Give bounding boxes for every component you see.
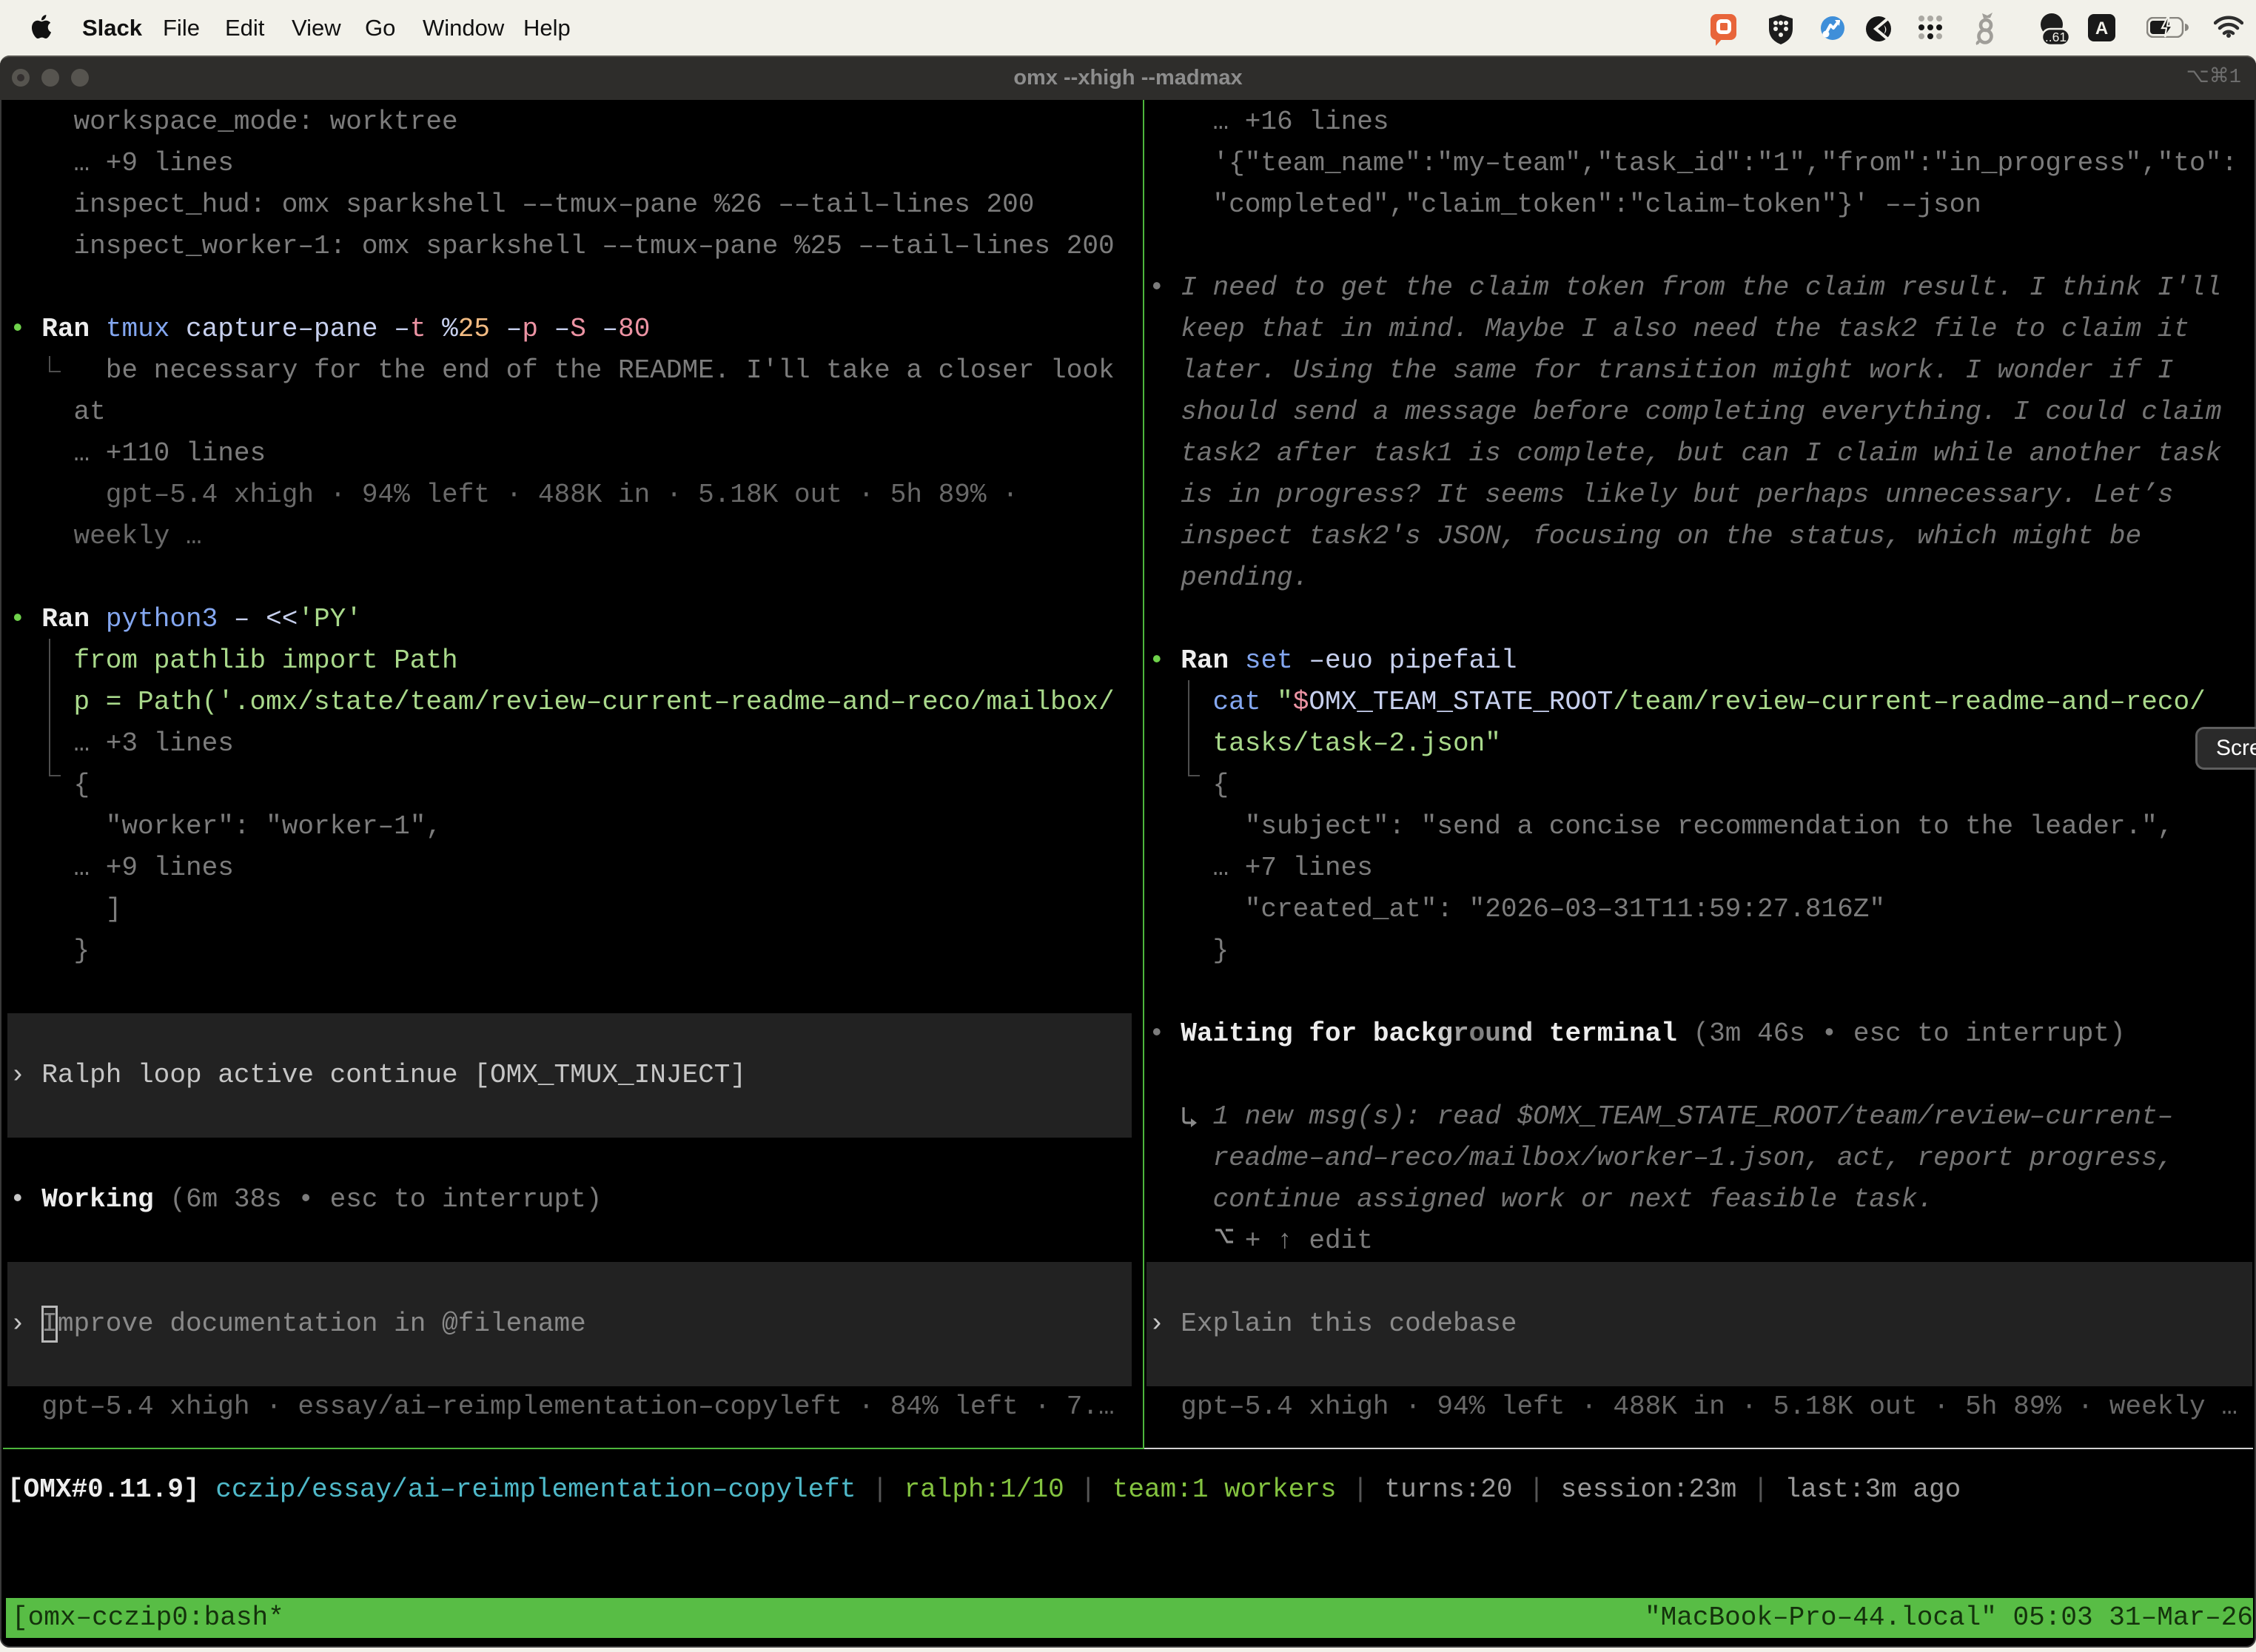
svg-text:..61: ..61: [2045, 30, 2067, 44]
svg-text:A: A: [2095, 19, 2108, 38]
